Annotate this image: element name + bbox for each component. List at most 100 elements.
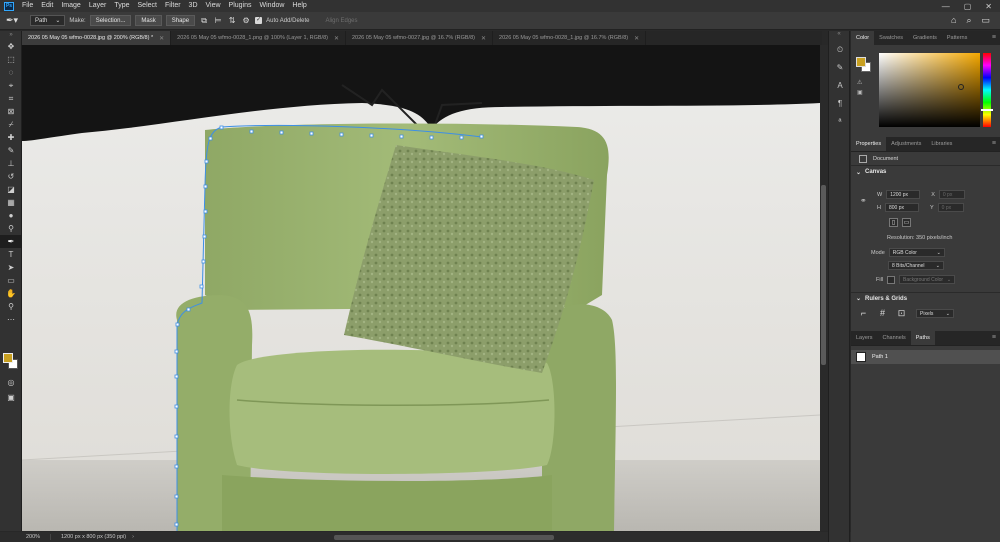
brush-settings-panel-icon[interactable]: ✎ <box>829 59 851 77</box>
screen-mode-icon[interactable]: ▣ <box>0 391 22 404</box>
search-icon[interactable]: ⌕ <box>966 15 971 26</box>
pen-tool-icon[interactable]: ✒ <box>0 235 22 248</box>
tab-layers[interactable]: Layers <box>851 331 878 345</box>
marquee-tool-icon[interactable]: ⬚ <box>0 53 22 66</box>
close-button[interactable]: ✕ <box>985 2 992 11</box>
close-tab-icon[interactable]: ✕ <box>634 35 639 42</box>
grid-icon[interactable]: # <box>878 309 887 318</box>
auto-add-delete-checkbox[interactable]: ✓ <box>255 17 263 24</box>
lasso-tool-icon[interactable]: ◌ <box>0 66 22 79</box>
ruler-icon[interactable]: ⌐ <box>859 309 868 318</box>
quick-mask-icon[interactable]: ◎ <box>0 376 22 389</box>
path-alignment-icon[interactable]: ⊨ <box>213 16 223 26</box>
frame-tool-icon[interactable]: ⊠ <box>0 105 22 118</box>
zoom-tool-icon[interactable]: ⚲ <box>0 300 22 313</box>
canvas-section-header[interactable]: ⌄ Canvas <box>851 166 1000 178</box>
menu-help[interactable]: Help <box>288 0 310 12</box>
document-tab[interactable]: 2026 05 May 05 wfmo-0028_1.jpg @ 16.7% (… <box>493 31 647 45</box>
dodge-tool-icon[interactable]: ⚲ <box>0 222 22 235</box>
tab-gradients[interactable]: Gradients <box>908 31 942 45</box>
close-tab-icon[interactable]: ✕ <box>159 35 164 42</box>
paragraph-panel-icon[interactable]: ¶ <box>829 95 851 113</box>
workspace-icon[interactable]: ▭ <box>981 15 990 26</box>
path-arrangement-icon[interactable]: ⇅ <box>227 16 237 26</box>
height-input[interactable]: 800 px <box>884 203 919 212</box>
menu-plugins[interactable]: Plugins <box>225 0 256 12</box>
move-tool-icon[interactable]: ✥ <box>0 40 22 53</box>
menu-image[interactable]: Image <box>57 0 84 12</box>
make-mask-button[interactable]: Mask <box>135 15 162 26</box>
menu-edit[interactable]: Edit <box>37 0 57 12</box>
path-selection-tool-icon[interactable]: ➤ <box>0 261 22 274</box>
tab-channels[interactable]: Channels <box>878 331 911 345</box>
close-tab-icon[interactable]: ✕ <box>481 35 486 42</box>
healing-brush-tool-icon[interactable]: ✚ <box>0 131 22 144</box>
eyedropper-tool-icon[interactable]: ⌿ <box>0 118 22 131</box>
minimize-button[interactable]: — <box>942 2 950 11</box>
history-panel-icon[interactable]: ⏲ <box>829 41 851 59</box>
tab-properties[interactable]: Properties <box>851 137 887 151</box>
foreground-color-chip[interactable] <box>856 57 866 67</box>
tab-color[interactable]: Color <box>851 31 875 45</box>
list-item[interactable]: Path 1 <box>851 350 1000 364</box>
width-input[interactable]: 1200 px <box>886 190 921 199</box>
pen-mode-select[interactable]: Path ⌄ <box>30 15 66 26</box>
history-brush-tool-icon[interactable]: ↺ <box>0 170 22 183</box>
gear-icon[interactable]: ⚙ <box>241 16 251 26</box>
menu-file[interactable]: File <box>18 0 37 12</box>
tab-swatches[interactable]: Swatches <box>874 31 908 45</box>
document-tab[interactable]: 2026 05 May 05 wfmo-0027.jpg @ 16.7% (RG… <box>346 31 494 45</box>
brush-tool-icon[interactable]: ✎ <box>0 144 22 157</box>
menu-type[interactable]: Type <box>110 0 133 12</box>
type-tool-icon[interactable]: T <box>0 248 22 261</box>
guides-icon[interactable]: ⊡ <box>897 309 906 318</box>
document-tab[interactable]: 2026 05 May 05 wfmo-0028_1.png @ 100% (L… <box>171 31 346 45</box>
menu-layer[interactable]: Layer <box>85 0 111 12</box>
blur-tool-icon[interactable]: ● <box>0 209 22 222</box>
gradient-tool-icon[interactable]: ▦ <box>0 196 22 209</box>
edit-toolbar-icon[interactable]: ⋯ <box>0 313 22 326</box>
tab-adjustments[interactable]: Adjustments <box>886 137 926 151</box>
y-input[interactable]: 0 px <box>937 203 964 212</box>
maximize-button[interactable]: ▢ <box>964 2 972 11</box>
menu-view[interactable]: View <box>202 0 225 12</box>
fill-swatch[interactable] <box>887 275 896 284</box>
make-selection-button[interactable]: Selection... <box>89 15 132 26</box>
foreground-color-swatch[interactable] <box>3 353 13 363</box>
link-dimensions-icon[interactable]: ⚭ <box>860 196 867 205</box>
pen-tool-preset-icon[interactable]: ✒▾ <box>6 15 22 27</box>
collapse-panels-icon[interactable]: « <box>829 31 849 41</box>
warning-icon[interactable]: ⚠ <box>857 79 862 86</box>
crop-tool-icon[interactable]: ⌗ <box>0 92 22 105</box>
tab-paths[interactable]: Paths <box>910 331 935 345</box>
character-panel-icon[interactable]: A <box>829 77 851 95</box>
color-picker-handle[interactable] <box>958 84 964 90</box>
menu-window[interactable]: Window <box>256 0 289 12</box>
menu-filter[interactable]: Filter <box>161 0 185 12</box>
tab-libraries[interactable]: Libraries <box>926 137 957 151</box>
menu-3d[interactable]: 3D <box>185 0 202 12</box>
toolbar-collapse-icon[interactable]: » <box>0 31 22 40</box>
chevron-right-icon[interactable]: › <box>132 534 134 540</box>
path-operations-icon[interactable]: ⧉ <box>199 16 209 26</box>
rectangle-tool-icon[interactable]: ▭ <box>0 274 22 287</box>
hand-tool-icon[interactable]: ✋ <box>0 287 22 300</box>
tab-patterns[interactable]: Patterns <box>942 31 972 45</box>
color-picker-field[interactable] <box>879 53 980 127</box>
hue-slider-handle[interactable] <box>981 109 993 111</box>
hue-slider[interactable] <box>983 53 991 127</box>
x-input[interactable]: 0 px <box>938 190 965 199</box>
vertical-scroll-thumb[interactable] <box>821 185 826 365</box>
rulers-section-header[interactable]: ⌄ Rulers & Grids <box>851 292 1000 304</box>
document-canvas[interactable] <box>22 45 820 531</box>
horizontal-scroll-thumb[interactable] <box>333 534 554 540</box>
bit-depth-select[interactable]: 8 Bits/Channel ⌄ <box>888 261 944 270</box>
panel-menu-icon[interactable]: ≡ <box>992 331 1000 345</box>
menu-select[interactable]: Select <box>134 0 161 12</box>
clone-stamp-tool-icon[interactable]: ⊥ <box>0 157 22 170</box>
panel-menu-icon[interactable]: ≡ <box>992 137 1000 151</box>
home-icon[interactable]: ⌂ <box>951 15 956 26</box>
units-select[interactable]: Pixels ⌄ <box>916 309 954 318</box>
close-tab-icon[interactable]: ✕ <box>334 35 339 42</box>
quick-selection-tool-icon[interactable]: ⌖ <box>0 79 22 92</box>
